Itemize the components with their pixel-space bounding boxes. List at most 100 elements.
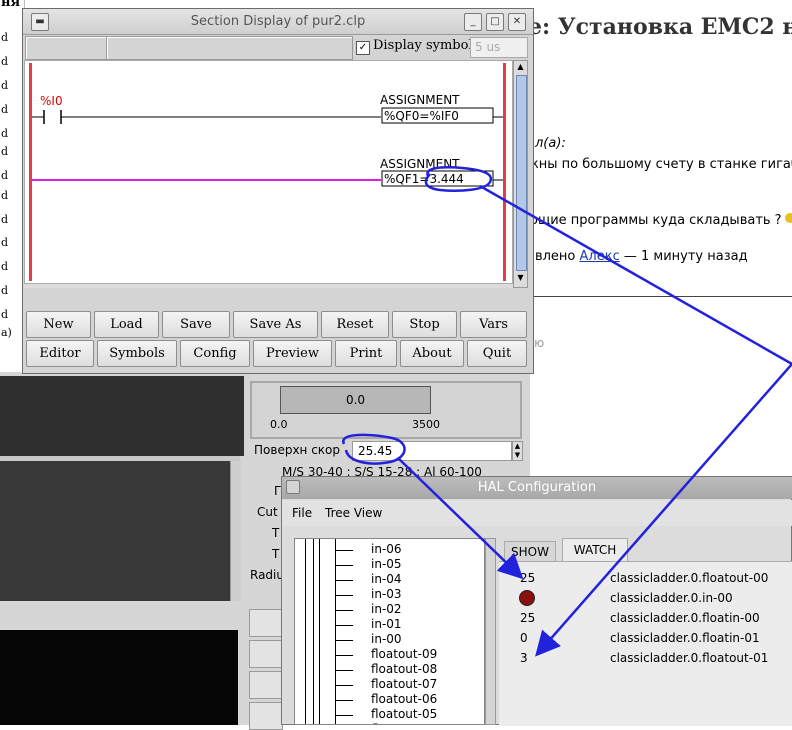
block-title: ASSIGNMENT (380, 93, 460, 107)
window-title: Section Display of pur2.clp (190, 14, 366, 29)
forum-post-meta: авлено Алекс — 1 минуту назад (527, 249, 748, 264)
scroll-down-icon[interactable]: ▼ (515, 273, 526, 285)
left-strip-label: d (1, 189, 9, 202)
ladder-canvas[interactable]: %I0 ASSIGNMENT %QF0=%IF0 ASSIGNMENT %QF1… (24, 60, 513, 284)
tree-scrollbar[interactable] (485, 538, 496, 725)
param-label: Radiu (250, 568, 284, 582)
tree-item[interactable]: in-06 (371, 542, 402, 556)
watch-value: 25 (520, 571, 536, 585)
scroll-up-icon[interactable]: ▲ (515, 62, 526, 74)
side-button[interactable] (249, 640, 283, 668)
print-button[interactable]: Print (335, 340, 397, 367)
left-power-rail (29, 63, 32, 281)
side-button[interactable] (249, 671, 283, 699)
gcode-scrollbar[interactable] (230, 461, 241, 601)
tree-item[interactable]: in-00 (371, 632, 402, 646)
left-strip-label: d (1, 169, 9, 182)
tree-item[interactable]: floatout-07 (371, 677, 437, 691)
tree-branch (335, 565, 353, 566)
tree-item[interactable]: in-03 (371, 587, 402, 601)
ladder-diagram: %I0 ASSIGNMENT %QF0=%IF0 ASSIGNMENT %QF1… (29, 63, 506, 281)
block-title: ASSIGNMENT (380, 157, 460, 171)
hal-tree-view[interactable]: in-06 in-05 in-04 in-03 in-02 in-01 in-0… (294, 538, 485, 725)
posted-time: — 1 минуту назад (619, 249, 748, 264)
hal-window-titlebar[interactable]: HAL Configuration (282, 477, 792, 499)
tree-item[interactable]: in-01 (371, 617, 402, 631)
side-button[interactable] (249, 702, 283, 730)
tree-branch (335, 625, 353, 626)
tree-item[interactable]: floatout-08 (371, 662, 437, 676)
ladder-vscrollbar[interactable]: ▲ ▼ (513, 60, 528, 288)
tab-show[interactable]: SHOW (504, 541, 556, 561)
menu-file[interactable]: File (292, 506, 312, 520)
forum-post-text: ющие программы куда складывать ? (527, 213, 782, 228)
left-strip-label: d (1, 31, 9, 44)
symbols-button[interactable]: Symbols (97, 340, 177, 367)
reset-button[interactable]: Reset (321, 311, 389, 338)
config-button[interactable]: Config (180, 340, 250, 367)
tree-guide (313, 539, 314, 724)
author-link[interactable]: Алекс (580, 249, 620, 264)
tree-branch (335, 550, 353, 551)
smiley-icon (784, 213, 792, 223)
surface-speed-input[interactable]: 25.45 (352, 441, 512, 461)
tab-watch[interactable]: WATCH (562, 538, 628, 561)
about-button[interactable]: About (400, 340, 464, 367)
tree-branch (335, 700, 353, 701)
save-as-button[interactable]: Save As (233, 311, 318, 338)
tree-branch (335, 595, 353, 596)
window-menu-icon[interactable]: ▬ (31, 13, 49, 31)
tree-item[interactable]: in-05 (371, 557, 402, 571)
display-panel (0, 376, 244, 456)
display-symbols-checkbox[interactable]: ✓ (356, 41, 370, 55)
tree-item[interactable]: in-04 (371, 572, 402, 586)
contact-label: %I0 (40, 94, 63, 108)
period-field[interactable]: 5 us (470, 37, 528, 58)
forum-post-line: ющие программы куда складывать ? (527, 213, 792, 228)
forum-post-line: жны по большому счету в станке гигаба (527, 157, 792, 172)
tree-item[interactable]: floatout-05 (371, 707, 437, 721)
menu-tree-view[interactable]: Tree View (325, 506, 382, 520)
scroll-thumb[interactable] (516, 75, 527, 271)
bit-led-icon (519, 590, 535, 606)
tree-item[interactable]: floatout-06 (371, 692, 437, 706)
close-icon[interactable]: ✕ (508, 13, 526, 31)
new-button[interactable]: New (26, 311, 91, 338)
hal-menubar: File Tree View (282, 500, 792, 526)
tree-item[interactable]: in-02 (371, 602, 402, 616)
tree-guide (335, 539, 336, 724)
window-title: HAL Configuration (477, 480, 597, 495)
watch-signal-name: classicladder.0.in-00 (610, 591, 733, 605)
preview-button[interactable]: Preview (253, 340, 332, 367)
tree-item[interactable]: floatout-09 (371, 647, 437, 661)
vars-button[interactable]: Vars (460, 311, 527, 338)
stop-button[interactable]: Stop (392, 311, 457, 338)
load-button[interactable]: Load (94, 311, 159, 338)
tree-branch (335, 655, 353, 656)
minimize-icon[interactable]: _ (464, 13, 482, 31)
block-expression: %QF0=%IF0 (384, 109, 459, 123)
side-button[interactable] (249, 609, 283, 637)
tree-guide (319, 539, 320, 724)
ladder-hscrollbar[interactable] (24, 284, 513, 288)
display-symbols-label: Display symbols (373, 38, 480, 53)
tree-guide (305, 539, 306, 724)
editor-button[interactable]: Editor (26, 340, 94, 367)
watch-signal-name: classicladder.0.floatout-01 (610, 651, 769, 665)
left-strip-label: a) (1, 326, 12, 339)
speed-spinner[interactable]: ▲ ▼ (512, 441, 523, 461)
forum-topic-heading: е: Установка EMC2 н (528, 14, 792, 40)
window-menu-icon[interactable] (286, 480, 300, 494)
tree-branch (335, 670, 353, 671)
right-power-rail (503, 63, 506, 281)
left-strip-label: d (1, 127, 9, 140)
left-strip-label: d (1, 236, 9, 249)
tree-branch (335, 685, 353, 686)
left-strip-label: ня (1, 0, 21, 10)
quit-button[interactable]: Quit (467, 340, 527, 367)
section-window-titlebar[interactable]: Section Display of pur2.clp ▬ _ □ ✕ (23, 9, 533, 35)
section-comment-field[interactable] (106, 36, 353, 60)
save-button[interactable]: Save (162, 311, 230, 338)
section-field[interactable] (25, 36, 107, 60)
maximize-icon[interactable]: □ (486, 13, 504, 31)
